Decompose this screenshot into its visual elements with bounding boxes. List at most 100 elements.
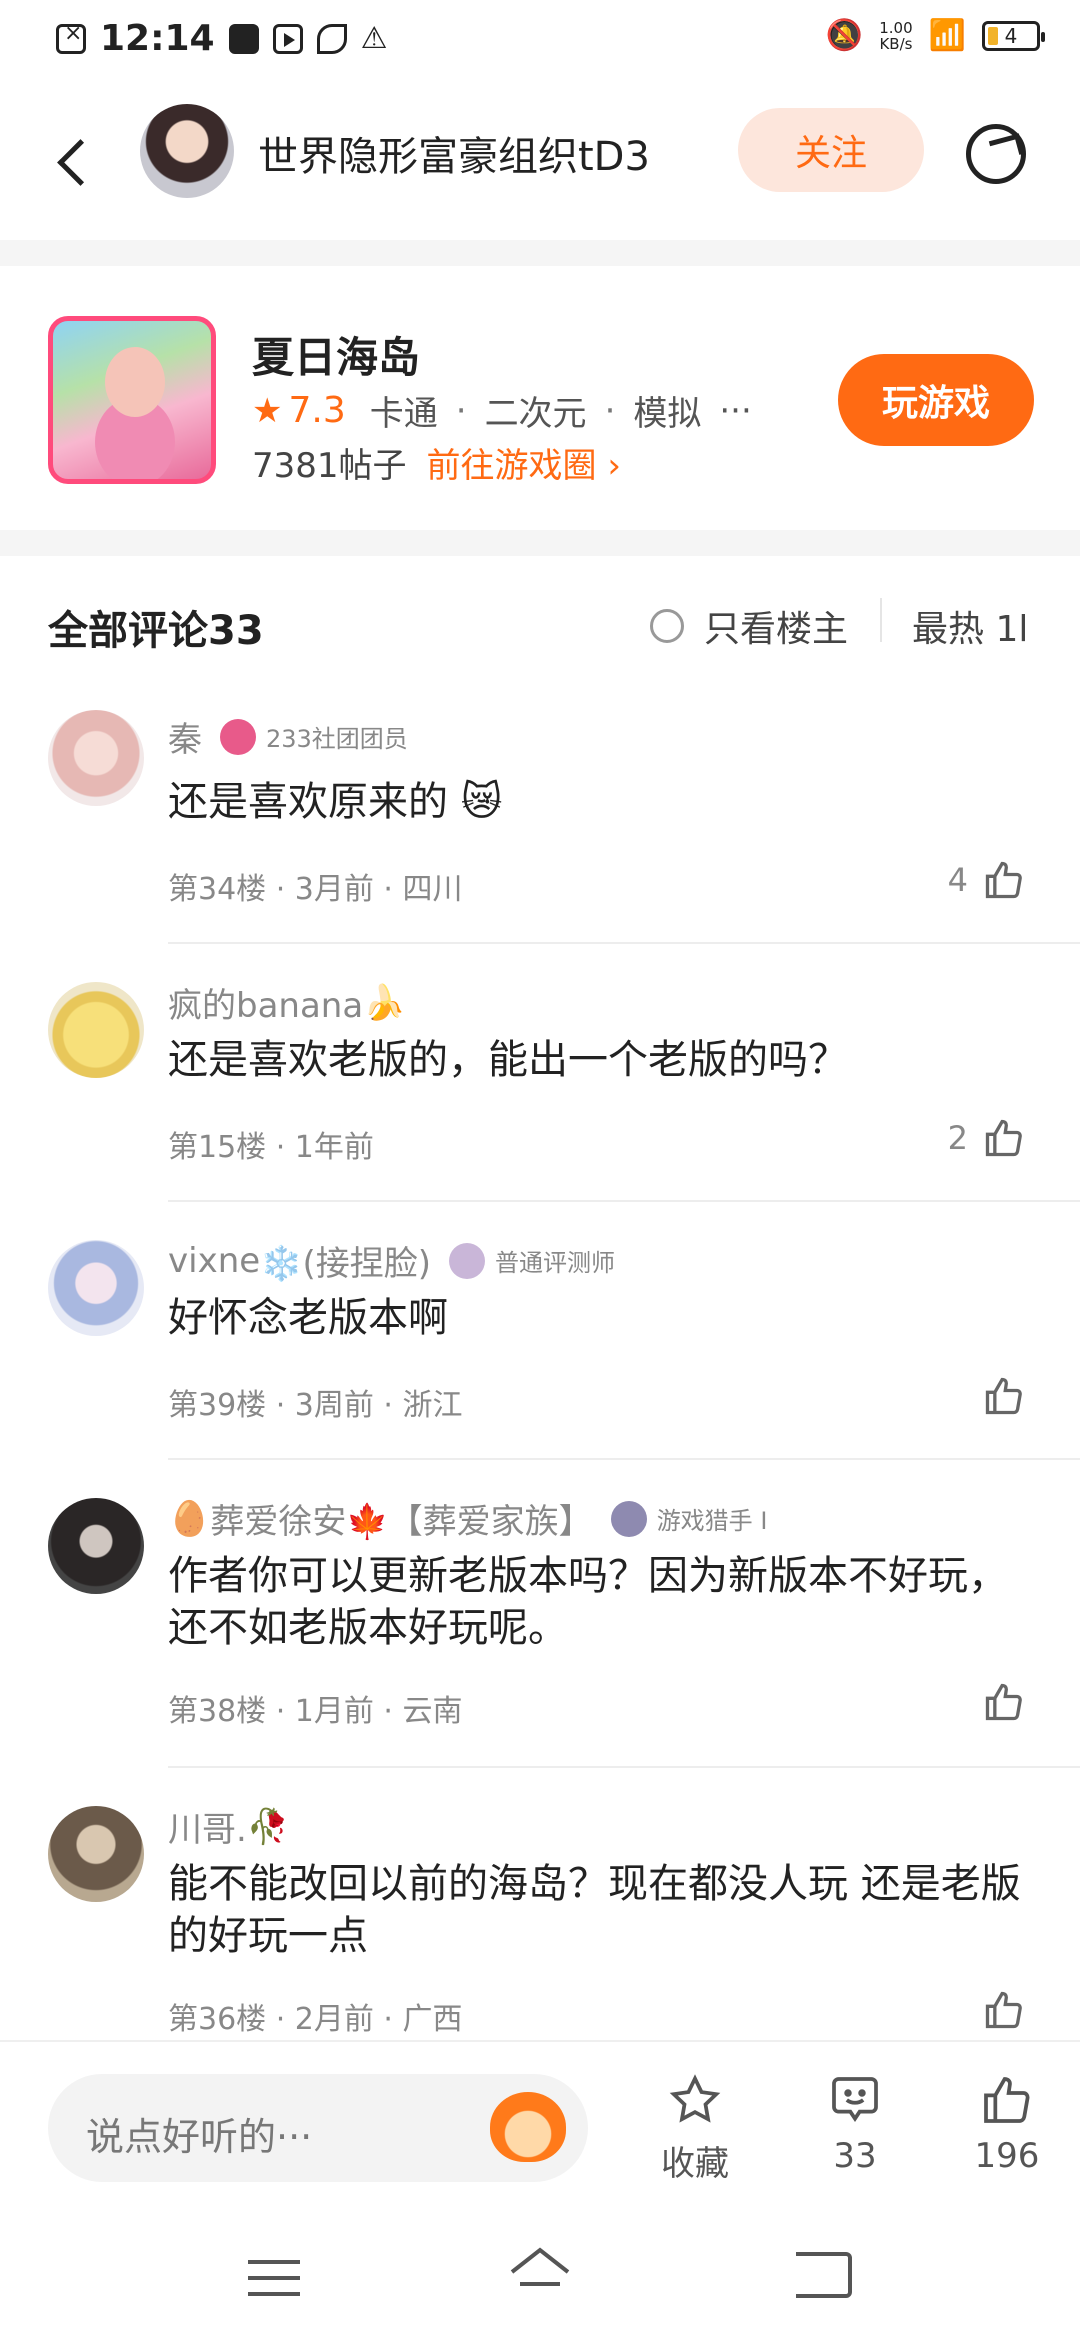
comment-input-placeholder: 说点好听的··· <box>86 2115 313 2159</box>
commenter-name[interactable]: vixne <box>168 1241 260 1281</box>
game-thumbnail[interactable] <box>48 316 216 484</box>
name-decoration: 🍌 <box>363 982 406 1023</box>
sort-selector[interactable]: 最热 1l <box>912 600 1028 652</box>
thumbs-up-icon <box>985 1991 1022 2029</box>
commenter-name[interactable]: 葬爱徐安 <box>210 1494 346 1543</box>
network-speed: 1.00 KB/s <box>879 18 913 53</box>
name-decoration: 🥀 <box>246 1806 290 1847</box>
owner-only-toggle[interactable]: 只看楼主 <box>650 600 848 652</box>
like-button[interactable]: 2 <box>948 1116 1026 1160</box>
name-decoration: 🥚 <box>168 1498 211 1539</box>
name-decoration: ❄️(接捏脸) <box>260 1244 432 1284</box>
commenter-name-row: 川哥. 🥀 <box>168 1802 289 1851</box>
comment-divider <box>168 942 1080 944</box>
comment-count: 33 <box>833 2136 877 2176</box>
comment-meta: 第15楼 · 1年前 <box>168 1130 374 1165</box>
comment-divider <box>168 1200 1080 1202</box>
commenter-avatar[interactable] <box>48 710 144 806</box>
comment-text: 作者你可以更新老版本吗？因为新版本不好玩，还不如老版本好玩呢。 <box>168 1553 1008 1651</box>
comments-button[interactable]: 33 <box>800 2072 910 2176</box>
game-tag: 二次元 <box>484 394 587 434</box>
radio-icon[interactable] <box>650 609 684 643</box>
game-sub: 7381帖子 前往游戏圈 › <box>252 438 621 487</box>
back-arrow-icon[interactable] <box>44 124 104 198</box>
comment-input[interactable]: 说点好听的··· <box>48 2074 588 2182</box>
badge-label: 普通评测师 <box>495 1249 616 1277</box>
comment-divider <box>168 1766 1080 1768</box>
commenter-name-row: 🥚 葬爱徐安 🍁【葬爱家族】 游戏猎手 I <box>168 1494 767 1543</box>
like-button[interactable] <box>968 1374 1026 1418</box>
bottom-action-bar: 说点好听的··· 收藏 33 196 <box>0 2040 1080 2210</box>
thumbs-up-icon <box>985 1377 1022 1415</box>
comment-text: 还是喜欢老版的，能出一个老版的吗？ <box>168 1037 848 1083</box>
tag-separator: · <box>604 390 616 431</box>
game-rating: 7.3 <box>288 390 346 431</box>
like-count: 196 <box>974 2136 1040 2176</box>
menu-icon[interactable] <box>248 2260 300 2296</box>
thumbs-up-icon <box>985 1683 1022 1721</box>
commenter-avatar[interactable] <box>48 1806 144 1902</box>
share-icon[interactable] <box>966 124 1026 184</box>
game-circle-link[interactable]: 前往游戏圈 › <box>427 438 621 487</box>
game-tag: 模拟 <box>633 394 702 434</box>
like-button[interactable] <box>968 1680 1026 1724</box>
commenter-name-row: vixne ❄️(接捏脸) 普通评测师 <box>168 1236 615 1285</box>
owner-only-label: 只看楼主 <box>704 609 849 650</box>
game-title[interactable]: 夏日海岛 <box>252 324 420 385</box>
like-count: 4 <box>947 861 968 899</box>
like-button[interactable]: 4 <box>948 858 1026 902</box>
like-count: 2 <box>947 1119 968 1157</box>
comments-title: 全部评论33 <box>48 608 264 654</box>
comment-divider <box>168 1458 1080 1460</box>
sim-card-icon <box>56 21 86 54</box>
comment-meta: 第39楼 · 3周前 · 浙江 <box>168 1388 463 1423</box>
comment-text: 能不能改回以前的海岛？现在都没人玩 还是老版的好玩一点 <box>168 1861 1021 1959</box>
favorite-label: 收藏 <box>661 2144 729 2184</box>
comment-meta: 第38楼 · 1月前 · 云南 <box>168 1694 463 1729</box>
comment-meta: 第34楼 · 3月前 · 四川 <box>168 872 463 907</box>
battery-level: 4 <box>1004 23 1018 48</box>
commenter-avatar[interactable] <box>48 982 144 1078</box>
like-post-button[interactable]: 196 <box>952 2072 1062 2176</box>
divider <box>880 598 882 642</box>
section-divider <box>0 530 1080 556</box>
wifi-icon: 📶 <box>928 18 966 53</box>
thumbs-up-icon <box>985 861 1022 899</box>
comments-header: 全部评论33 只看楼主 最热 1l <box>0 556 1080 696</box>
status-right: 🔕 1.00 KB/s 📶 4 <box>825 18 1045 53</box>
status-left: 12:14 ⚠ <box>56 18 388 59</box>
play-game-button[interactable]: 玩游戏 <box>838 354 1034 446</box>
author-name[interactable]: 世界隐形富豪组织tD3 <box>258 124 650 182</box>
system-nav-bar <box>0 2210 1080 2340</box>
chevron-right-icon: › <box>607 446 621 486</box>
warning-icon: ⚠ <box>360 21 388 56</box>
commenter-name[interactable]: 疯的banana <box>168 978 363 1027</box>
status-time: 12:14 <box>100 18 215 59</box>
game-card[interactable]: 夏日海岛 ★ 7.3 卡通 · 二次元 · 模拟 ··· 7381帖子 前往游戏… <box>0 266 1080 530</box>
tags-more: ··· <box>719 390 752 431</box>
badge-label: 游戏猎手 I <box>656 1507 768 1535</box>
commenter-name[interactable]: 秦 <box>168 712 202 761</box>
comment-bubble-icon <box>832 2077 878 2123</box>
mascot-emoji-icon[interactable] <box>490 2092 566 2162</box>
star-icon: ★ <box>252 390 283 431</box>
commenter-avatar[interactable] <box>48 1240 144 1336</box>
follow-button[interactable]: 关注 <box>738 108 924 192</box>
hunter-badge-icon <box>610 1500 647 1537</box>
game-meta: ★ 7.3 卡通 · 二次元 · 模拟 ··· <box>252 386 770 435</box>
battery-icon: 4 <box>982 20 1045 51</box>
favorite-button[interactable]: 收藏 <box>640 2072 750 2185</box>
post-header: 世界隐形富豪组织tD3 关注 <box>0 84 1080 240</box>
author-avatar[interactable] <box>140 104 234 198</box>
like-button[interactable] <box>968 1988 1026 2032</box>
home-icon[interactable] <box>508 2244 572 2300</box>
thumbs-up-icon <box>985 1119 1022 1157</box>
back-icon[interactable] <box>796 2252 852 2298</box>
reviewer-badge-icon <box>449 1242 486 1279</box>
mute-bell-icon: 🔕 <box>825 18 864 53</box>
commenter-name[interactable]: 川哥. <box>168 1802 247 1851</box>
commenter-name-row: 秦 233社团团员 <box>168 712 408 761</box>
section-divider <box>0 240 1080 266</box>
commenter-avatar[interactable] <box>48 1498 144 1594</box>
thumbs-up-icon <box>984 2077 1030 2123</box>
